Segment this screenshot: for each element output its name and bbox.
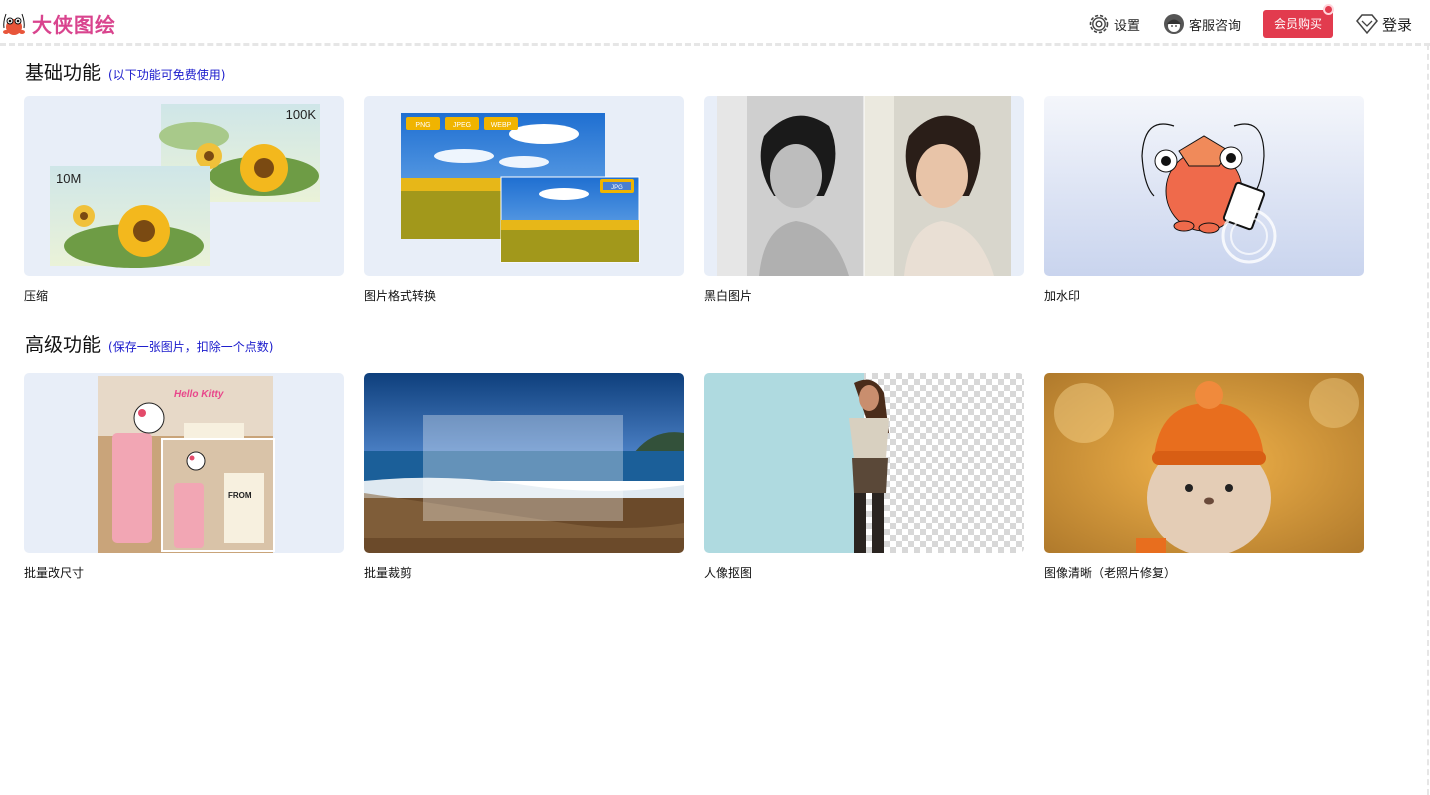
- hello-kitty-cups-image: Hello Kitty FROM: [98, 376, 275, 553]
- compress-thumbnail[interactable]: 100K 10M: [24, 96, 344, 276]
- compress-large-badge: 100K: [286, 107, 317, 122]
- right-divider: [1427, 44, 1429, 795]
- app-logo[interactable]: 大侠图绘: [0, 9, 116, 38]
- sunflower-compress-image: 100K 10M: [50, 104, 320, 268]
- image-enhance-thumbnail[interactable]: [1044, 373, 1364, 553]
- portrait-cutout-image: [704, 373, 1024, 553]
- batch-resize-thumbnail[interactable]: Hello Kitty FROM: [24, 373, 344, 553]
- bw-colorize-portrait-image: [717, 96, 1011, 276]
- card-label: 黑白图片: [704, 289, 753, 303]
- card-label: 图片格式转换: [364, 289, 437, 303]
- app-title: 大侠图绘: [32, 13, 116, 37]
- svg-text:JPG: JPG: [611, 185, 623, 191]
- diamond-icon: [1356, 14, 1378, 35]
- card-label: 图像清晰（老照片修复）: [1044, 566, 1177, 580]
- gear-icon: [1089, 14, 1109, 34]
- card-label: 批量裁剪: [364, 566, 413, 580]
- watermark-thumbnail[interactable]: [1044, 96, 1364, 276]
- section-subtitle: (保存一张图片，扣除一个点数): [108, 340, 274, 354]
- beach-crop-image: [364, 373, 684, 553]
- header-divider: [0, 43, 1430, 46]
- card-label: 批量改尺寸: [24, 566, 85, 580]
- feature-card-batch-resize[interactable]: Hello Kitty FROM 批量改尺寸: [24, 373, 344, 581]
- svg-text:JPEG: JPEG: [453, 122, 471, 129]
- card-label: 压缩: [24, 289, 49, 303]
- headset-icon: [1163, 14, 1184, 34]
- black-white-thumbnail[interactable]: [704, 96, 1024, 276]
- svg-text:FROM: FROM: [228, 491, 252, 500]
- support-button[interactable]: 客服咨询: [1162, 12, 1241, 36]
- feature-card-image-enhance[interactable]: 图像清晰（老照片修复）: [1044, 373, 1364, 581]
- compress-small-badge: 10M: [56, 171, 81, 186]
- svg-text:Hello Kitty: Hello Kitty: [174, 389, 224, 400]
- basic-section-header: 基础功能 (以下功能可免费使用): [25, 58, 225, 85]
- format-tags: PNG JPEG WEBP: [406, 117, 518, 130]
- login-label: 登录: [1381, 15, 1412, 34]
- vip-label: 会员购买: [1273, 17, 1322, 31]
- section-subtitle: (以下功能可免费使用): [108, 68, 226, 82]
- feature-card-portrait-cutout[interactable]: 人像抠图: [704, 373, 1024, 581]
- top-bar: 大侠图绘 设置 客服咨询 会员购买 登录: [0, 0, 1430, 46]
- svg-text:WEBP: WEBP: [491, 122, 512, 129]
- section-title: 高级功能: [25, 334, 102, 356]
- feature-card-format-convert[interactable]: PNG JPEG WEBP JPG 图片格式转换: [364, 96, 684, 304]
- batch-crop-thumbnail[interactable]: [364, 373, 684, 553]
- feature-card-black-white[interactable]: 黑白图片: [704, 96, 1024, 304]
- feature-card-compress[interactable]: 100K 10M 压缩: [24, 96, 344, 304]
- advanced-section-header: 高级功能 (保存一张图片，扣除一个点数): [25, 330, 273, 357]
- support-label: 客服咨询: [1188, 18, 1241, 34]
- portrait-cutout-thumbnail[interactable]: [704, 373, 1024, 553]
- section-title: 基础功能: [25, 62, 102, 84]
- sunflower-field-image: PNG JPEG WEBP JPG: [401, 113, 640, 263]
- card-label: 加水印: [1044, 289, 1081, 303]
- hamster-hat-image: [1044, 373, 1364, 553]
- format-convert-thumbnail[interactable]: PNG JPEG WEBP JPG: [364, 96, 684, 276]
- crayfish-logo-icon: [3, 13, 25, 35]
- crayfish-mascot-image: [1141, 123, 1277, 264]
- login-button[interactable]: 登录: [1355, 13, 1412, 35]
- card-label: 人像抠图: [704, 566, 753, 580]
- notification-dot: [1322, 4, 1334, 15]
- feature-card-batch-crop[interactable]: 批量裁剪: [364, 373, 684, 581]
- vip-purchase-button[interactable]: 会员购买: [1262, 4, 1334, 38]
- svg-text:PNG: PNG: [415, 122, 430, 129]
- settings-label: 设置: [1113, 18, 1140, 34]
- settings-button[interactable]: 设置: [1087, 12, 1140, 36]
- feature-card-watermark[interactable]: 加水印: [1044, 96, 1364, 304]
